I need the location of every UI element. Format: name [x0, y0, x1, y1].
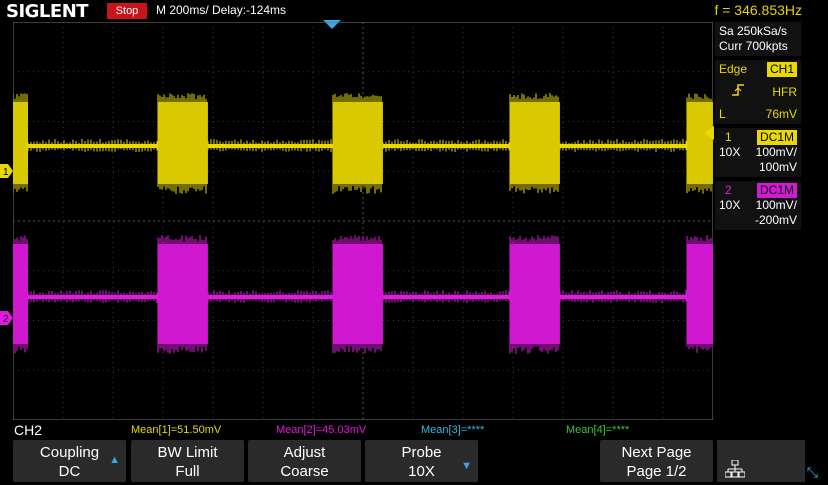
ch1-marker-icon[interactable]: 1 [0, 164, 14, 178]
adjust-softkey[interactable]: Adjust Coarse [248, 440, 361, 482]
measurement-mean-4: Mean[4]=**** [566, 424, 629, 436]
ch1-offset: 100mV [719, 160, 797, 175]
coupling-softkey[interactable]: Coupling DC ▲ [13, 440, 126, 482]
adjust-value: Coarse [280, 463, 328, 480]
right-info-panel: Sa 250kSa/s Curr 700kpts Edge CH1 HFR L … [715, 22, 801, 230]
ch1-waveform [13, 93, 713, 194]
ch2-probe: 10X [719, 198, 740, 213]
frequency-readout: f = 346.853Hz [714, 2, 802, 18]
waveform-display[interactable] [13, 22, 713, 420]
next-page-title: Next Page [600, 443, 713, 462]
next-page-value: Page 1/2 [626, 463, 686, 480]
trigger-level: 76mV [766, 107, 797, 122]
ch2-info[interactable]: 2 DC1M 10X 100mV/ -200mV [715, 181, 801, 230]
network-button[interactable] [717, 440, 805, 482]
ch1-coupling: DC1M [757, 130, 797, 145]
ch2-offset: -200mV [719, 213, 797, 228]
trigger-info[interactable]: Edge CH1 HFR L 76mV [715, 60, 801, 124]
ch1-scale: 100mV/ [756, 145, 797, 160]
expand-icon[interactable]: ⤡ [807, 464, 818, 481]
measurement-mean-1: Mean[1]=51.50mV [131, 424, 221, 436]
sample-rate: Sa 250kSa/s [719, 24, 797, 39]
adjust-title: Adjust [248, 443, 361, 462]
probe-value: 10X [408, 463, 435, 480]
measurement-mean-3: Mean[3]=**** [421, 424, 484, 436]
bw-limit-value: Full [175, 463, 199, 480]
trigger-source: CH1 [767, 62, 797, 77]
ch2-marker-label: 2 [3, 314, 9, 325]
ch1-marker-label: 1 [3, 167, 9, 178]
trigger-level-label: L [719, 107, 726, 122]
ch1-probe: 10X [719, 145, 740, 160]
bw-limit-softkey[interactable]: BW Limit Full [131, 440, 244, 482]
ch2-coupling: DC1M [757, 183, 797, 198]
memory-depth: Curr 700kpts [719, 39, 797, 54]
network-icon [725, 460, 745, 478]
trigger-type: Edge [719, 62, 747, 77]
up-arrow-icon: ▲ [109, 451, 120, 470]
down-arrow-icon: ▼ [461, 457, 472, 476]
ch2-marker-icon[interactable]: 2 [0, 311, 14, 325]
run-stop-indicator[interactable]: Stop [107, 3, 147, 19]
graticule [13, 22, 713, 420]
softkey-bar: Coupling DC ▲ BW Limit Full Adjust Coars… [13, 440, 803, 482]
bw-limit-title: BW Limit [131, 443, 244, 462]
next-page-softkey[interactable]: Next Page Page 1/2 [600, 440, 713, 482]
timebase-readout: M 200ms/ Delay:-124ms [156, 3, 286, 17]
acquisition-info[interactable]: Sa 250kSa/s Curr 700kpts [715, 22, 801, 56]
trigger-mode: HFR [772, 85, 797, 100]
ch2-number: 2 [725, 183, 732, 198]
measurement-mean-2: Mean[2]=45.03mV [276, 424, 366, 436]
top-status-bar: SIGLENT Stop M 200ms/ Delay:-124ms f = 3… [0, 0, 828, 22]
trigger-level-icon[interactable] [704, 126, 714, 140]
brand-logo: SIGLENT [6, 1, 88, 22]
rising-edge-icon [731, 83, 745, 101]
ch2-waveform [13, 235, 713, 354]
selected-channel-label: CH2 [14, 422, 42, 438]
ch2-scale: 100mV/ [756, 198, 797, 213]
ch1-number: 1 [725, 130, 732, 145]
ch1-info[interactable]: 1 DC1M 10X 100mV/ 100mV [715, 128, 801, 177]
coupling-value: DC [59, 463, 81, 480]
probe-softkey[interactable]: Probe 10X ▼ [365, 440, 478, 482]
